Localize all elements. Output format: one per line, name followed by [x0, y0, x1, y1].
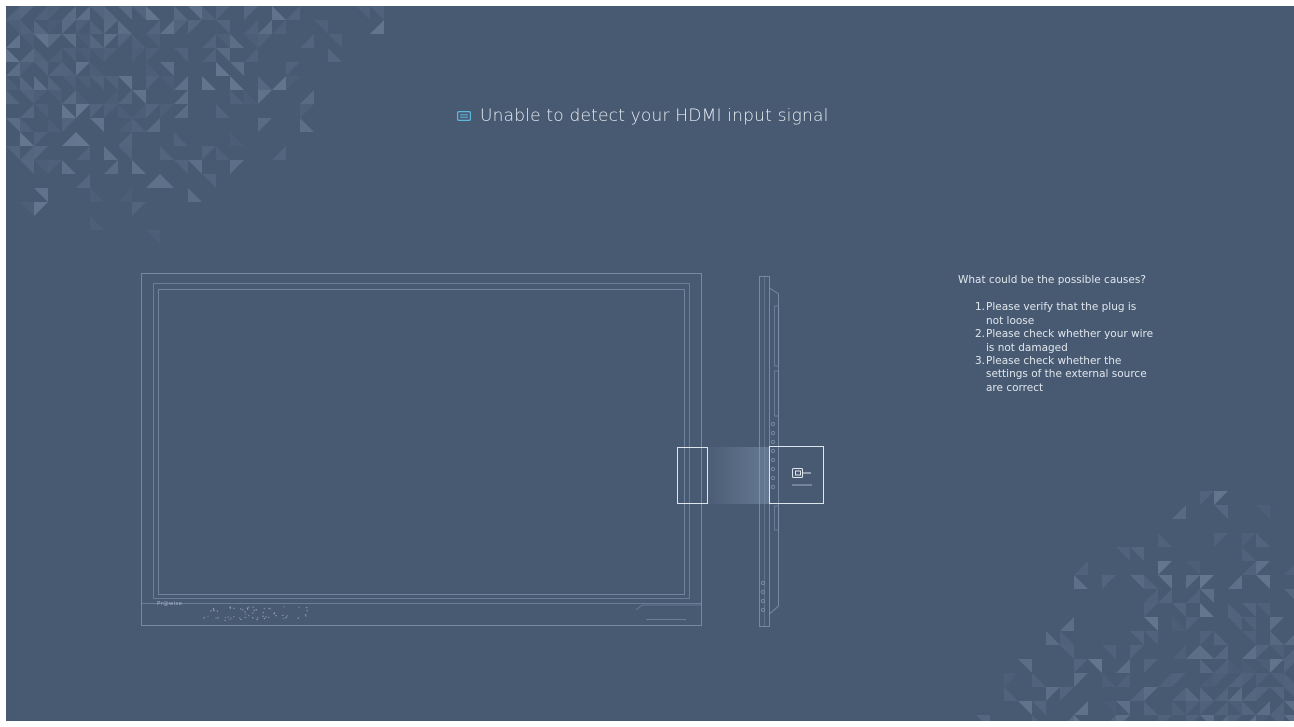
list-item-text: Please check whether your wire is not da…: [986, 328, 1154, 354]
hdmi-port-callout: [677, 446, 824, 504]
side-port-markers: [770, 421, 776, 490]
list-item: 1. Please verify that the plug is not lo…: [975, 301, 1155, 328]
list-item-number: 3.: [975, 355, 986, 368]
brand-logo: Pr@wise: [157, 601, 183, 607]
causes-list: 1. Please verify that the plug is not lo…: [958, 301, 1278, 395]
list-item-number: 1.: [975, 301, 986, 314]
causes-heading: What could be the possible causes?: [958, 274, 1146, 286]
list-item: 2. Please check whether your wire is not…: [975, 328, 1155, 355]
list-item-text: Please check whether the settings of the…: [986, 355, 1147, 394]
possible-causes: What could be the possible causes? 1. Pl…: [958, 274, 1278, 395]
display-front-view: [141, 273, 702, 626]
list-item-text: Please verify that the plug is not loose: [986, 301, 1137, 327]
front-panel-speckle: [203, 606, 308, 621]
hdmi-plug-icon: [792, 468, 812, 486]
list-item-number: 2.: [975, 328, 986, 341]
no-signal-screen: Unable to detect your HDMI input signal: [6, 6, 1294, 721]
list-item: 3. Please check whether the settings of …: [975, 355, 1155, 395]
